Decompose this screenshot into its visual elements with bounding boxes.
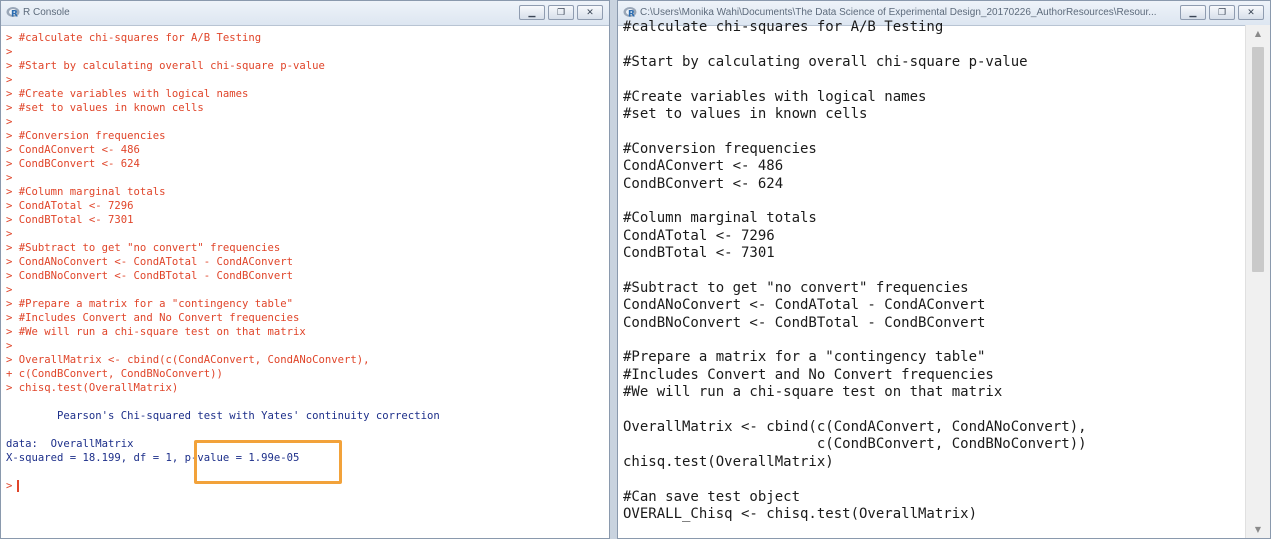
code-line: c(CondBConvert, CondBNoConvert)) <box>623 436 1087 453</box>
console-line: > <box>6 340 13 352</box>
code-line: #Create variables with logical names <box>623 88 927 105</box>
p-value-highlight-box <box>194 440 342 484</box>
console-line: > <box>6 172 13 184</box>
r-console-titlebar[interactable]: R R Console ▁ ❐ ✕ <box>1 1 609 26</box>
console-line: > <box>6 284 13 296</box>
scrollbar-thumb[interactable] <box>1252 47 1264 272</box>
minimize-icon: ▁ <box>1189 7 1197 17</box>
r-console-window: R R Console ▁ ❐ ✕ > #calculate chi-squar… <box>0 0 610 539</box>
script-editor-window: R C:\Users\Monika Wahi\Documents\The Dat… <box>617 0 1271 539</box>
code-line: #Start by calculating overall chi-square… <box>623 53 1028 70</box>
close-icon: ✕ <box>586 7 594 17</box>
console-line: > #Includes Convert and No Convert frequ… <box>6 312 300 324</box>
console-line: > CondAConvert <- 486 <box>6 144 140 156</box>
console-line: > #We will run a chi-square test on that… <box>6 326 306 338</box>
console-line: > #calculate chi-squares for A/B Testing <box>6 32 262 44</box>
scroll-up-icon[interactable]: ▲ <box>1246 29 1270 38</box>
code-line: #We will run a chi-square test on that m… <box>623 384 1003 401</box>
code-line: OverallMatrix <- cbind(c(CondAConvert, C… <box>623 418 1087 435</box>
console-line: > <box>6 46 13 58</box>
prompt-symbol: > <box>6 480 13 492</box>
code-line: CondAConvert <- 486 <box>623 158 784 175</box>
console-line: > #Start by calculating overall chi-squa… <box>6 60 325 72</box>
code-line: CondBConvert <- 624 <box>623 175 784 192</box>
vertical-scrollbar[interactable]: ▲ ▼ <box>1245 25 1270 538</box>
console-line: > CondBTotal <- 7301 <box>6 214 134 226</box>
console-line: + c(CondBConvert, CondBNoConvert)) <box>6 368 223 380</box>
scroll-down-icon[interactable]: ▼ <box>1246 525 1270 534</box>
console-line: > CondATotal <- 7296 <box>6 200 134 212</box>
code-line: #Column marginal totals <box>623 210 817 227</box>
close-icon: ✕ <box>1247 7 1255 17</box>
console-line: > <box>6 116 13 128</box>
console-line: > #Subtract to get "no convert" frequenc… <box>6 242 281 254</box>
minimize-icon: ▁ <box>528 7 536 17</box>
console-line: > <box>6 228 13 240</box>
console-line: > CondBNoConvert <- CondBTotal - CondBCo… <box>6 270 294 282</box>
svg-text:R: R <box>11 10 18 19</box>
close-button[interactable]: ✕ <box>1238 5 1264 20</box>
code-line: CondANoConvert <- CondATotal - CondAConv… <box>623 297 986 314</box>
code-line: #calculate chi-squares for A/B Testing <box>623 19 944 35</box>
text-cursor <box>17 480 19 492</box>
console-line: Pearson's Chi-squared test with Yates' c… <box>6 410 440 422</box>
code-line: #Prepare a matrix for a "contingency tab… <box>623 349 986 366</box>
console-line: > CondBConvert <- 624 <box>6 158 140 170</box>
code-line: chisq.test(OverallMatrix) <box>623 453 834 470</box>
close-button[interactable]: ✕ <box>577 5 603 20</box>
svg-text:R: R <box>628 10 635 19</box>
code-line: CondBTotal <- 7301 <box>623 245 775 262</box>
console-line: > #Conversion frequencies <box>6 130 166 142</box>
code-line: OVERALL_Chisq <- chisq.test(OverallMatri… <box>623 505 978 522</box>
console-line: > <box>6 74 13 86</box>
r-logo-icon: R <box>623 7 637 19</box>
code-line: #Subtract to get "no convert" frequencie… <box>623 279 969 296</box>
console-line: > CondANoConvert <- CondATotal - CondACo… <box>6 256 294 268</box>
code-line: CondATotal <- 7296 <box>623 227 775 244</box>
code-line: #Conversion frequencies <box>623 140 817 157</box>
code-line: CondBNoConvert <- CondBTotal - CondBConv… <box>623 314 986 331</box>
restore-button[interactable]: ❐ <box>548 5 574 20</box>
minimize-button[interactable]: ▁ <box>519 5 545 20</box>
r-logo-icon: R <box>6 7 20 19</box>
code-line: #Includes Convert and No Convert frequen… <box>623 366 994 383</box>
window-title: C:\Users\Monika Wahi\Documents\The Data … <box>640 7 1157 18</box>
console-line: > #Prepare a matrix for a "contingency t… <box>6 298 294 310</box>
console-line: > OverallMatrix <- cbind(c(CondAConvert,… <box>6 354 370 366</box>
window-title: R Console <box>23 7 70 18</box>
console-line: > #set to values in known cells <box>6 102 204 114</box>
console-line: > #Create variables with logical names <box>6 88 249 100</box>
console-line: > chisq.test(OverallMatrix) <box>6 382 179 394</box>
script-editor[interactable]: #calculate chi-squares for A/B Testing #S… <box>618 19 1244 538</box>
restore-icon: ❐ <box>556 7 566 17</box>
code-line: #set to values in known cells <box>623 105 868 122</box>
restore-icon: ❐ <box>1217 7 1227 17</box>
restore-button[interactable]: ❐ <box>1209 5 1235 20</box>
code-line: #Can save test object <box>623 488 801 505</box>
minimize-button[interactable]: ▁ <box>1180 5 1206 20</box>
console-line: > #Column marginal totals <box>6 186 166 198</box>
